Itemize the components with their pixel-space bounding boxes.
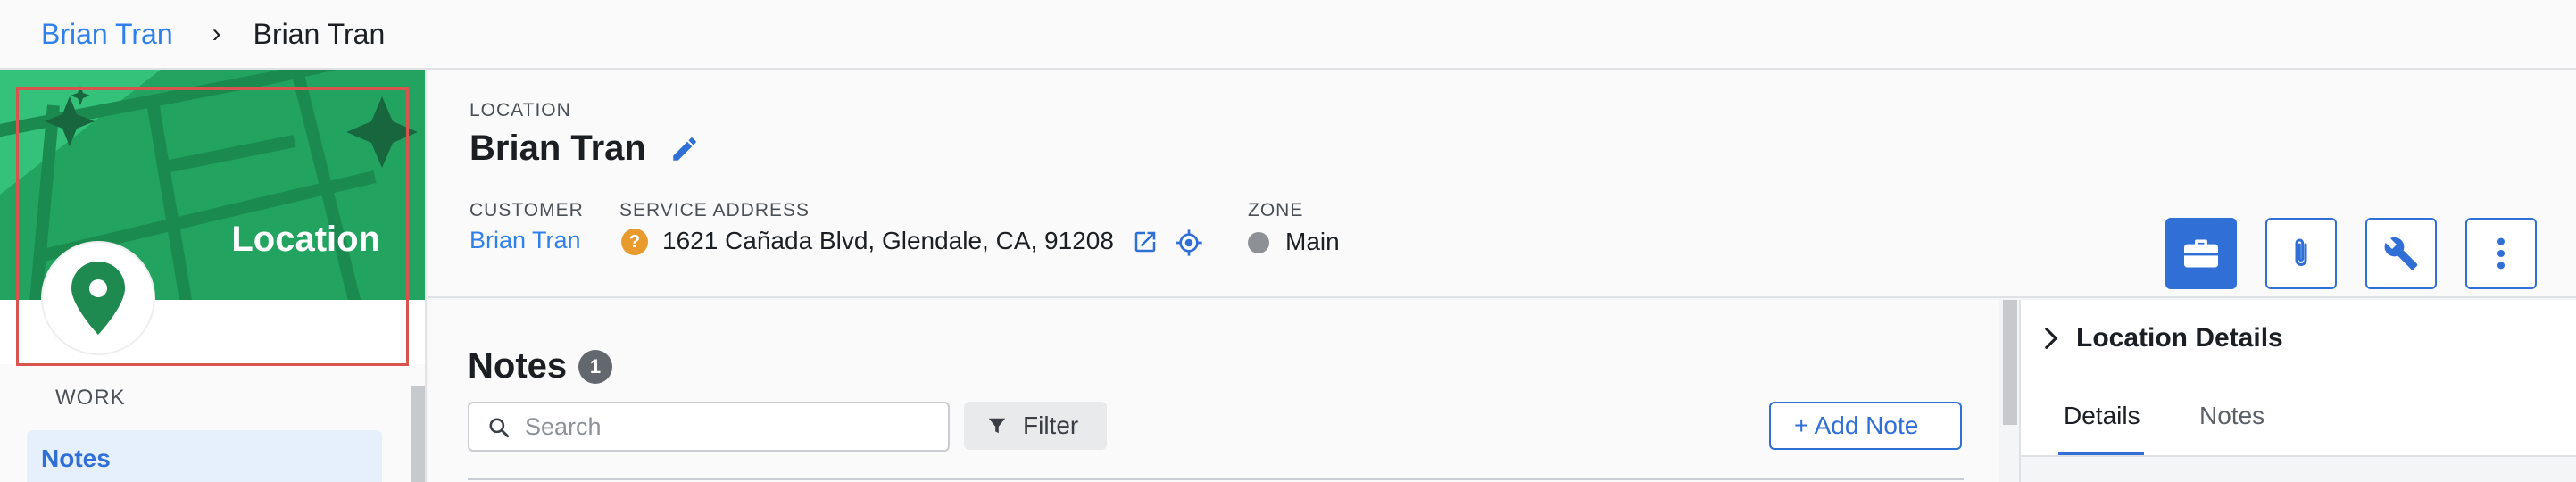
work-section-label: WORK	[55, 386, 126, 410]
breadcrumb-current: Brian Tran	[253, 17, 386, 50]
breadcrumb-separator-icon: ›	[212, 19, 221, 48]
zone-label: ZONE	[1248, 200, 1304, 220]
notes-heading: Notes	[468, 346, 568, 386]
add-note-button[interactable]: + Add Note	[1769, 402, 1962, 450]
paperclip-icon	[2295, 238, 2307, 266]
left-panel: Location WORK Notes	[0, 70, 427, 482]
service-address-value: 1621 Cañada Blvd, Glendale, CA, 91208	[662, 227, 1114, 254]
external-link-icon[interactable]	[1132, 229, 1159, 255]
chevron-right-icon[interactable]	[2042, 327, 2060, 350]
tab-notes[interactable]: Notes	[2199, 402, 2264, 430]
briefcase-button[interactable]	[2165, 218, 2237, 289]
notes-list-divider	[468, 478, 1964, 480]
main-scrollbar[interactable]	[2003, 300, 2017, 425]
wrench-icon	[2384, 237, 2418, 270]
selection-highlight	[16, 87, 409, 366]
wrench-button[interactable]	[2365, 218, 2437, 289]
kebab-icon	[2497, 237, 2505, 270]
customer-label: CUSTOMER	[469, 200, 584, 220]
attachment-button[interactable]	[2265, 218, 2337, 289]
customer-link[interactable]: Brian Tran	[469, 227, 581, 254]
filter-button-label: Filter	[1023, 411, 1079, 439]
notes-search-box	[468, 402, 950, 452]
panel-content-area	[2021, 457, 2576, 482]
search-input[interactable]	[525, 403, 935, 450]
sidebar-item-label: Notes	[41, 445, 111, 472]
search-icon	[489, 418, 510, 438]
location-details-panel: Location Details Details Notes	[2019, 300, 2576, 482]
zone-status-dot	[1248, 232, 1269, 253]
location-details-title: Location Details	[2076, 323, 2283, 353]
filter-funnel-icon	[988, 418, 1006, 434]
breadcrumb-parent-link[interactable]: Brian Tran	[41, 18, 173, 51]
left-scrollbar[interactable]	[411, 386, 425, 482]
more-options-button[interactable]	[2465, 218, 2537, 289]
pencil-edit-icon[interactable]	[669, 134, 700, 164]
location-header: LOCATION Brian Tran CUSTOMER Brian Tran …	[428, 70, 2576, 298]
notes-count-badge: 1	[578, 350, 612, 384]
zone-value: Main	[1285, 228, 1340, 255]
location-type-label: LOCATION	[469, 100, 571, 120]
tab-details[interactable]: Details	[2064, 402, 2140, 430]
page-title: Brian Tran	[469, 129, 646, 168]
locate-target-icon[interactable]	[1175, 229, 1203, 257]
sidebar-item-notes[interactable]: Notes	[27, 430, 382, 482]
question-status-icon: ?	[621, 229, 648, 255]
breadcrumb: Brian Tran › Brian Tran	[0, 0, 2576, 70]
notes-section: Notes 1 Filter + Add Note	[428, 300, 1999, 482]
briefcase-icon	[2184, 239, 2218, 268]
filter-button[interactable]: Filter	[964, 402, 1107, 450]
add-note-button-label: + Add Note	[1794, 411, 1919, 439]
service-address-label: SERVICE ADDRESS	[619, 200, 810, 220]
